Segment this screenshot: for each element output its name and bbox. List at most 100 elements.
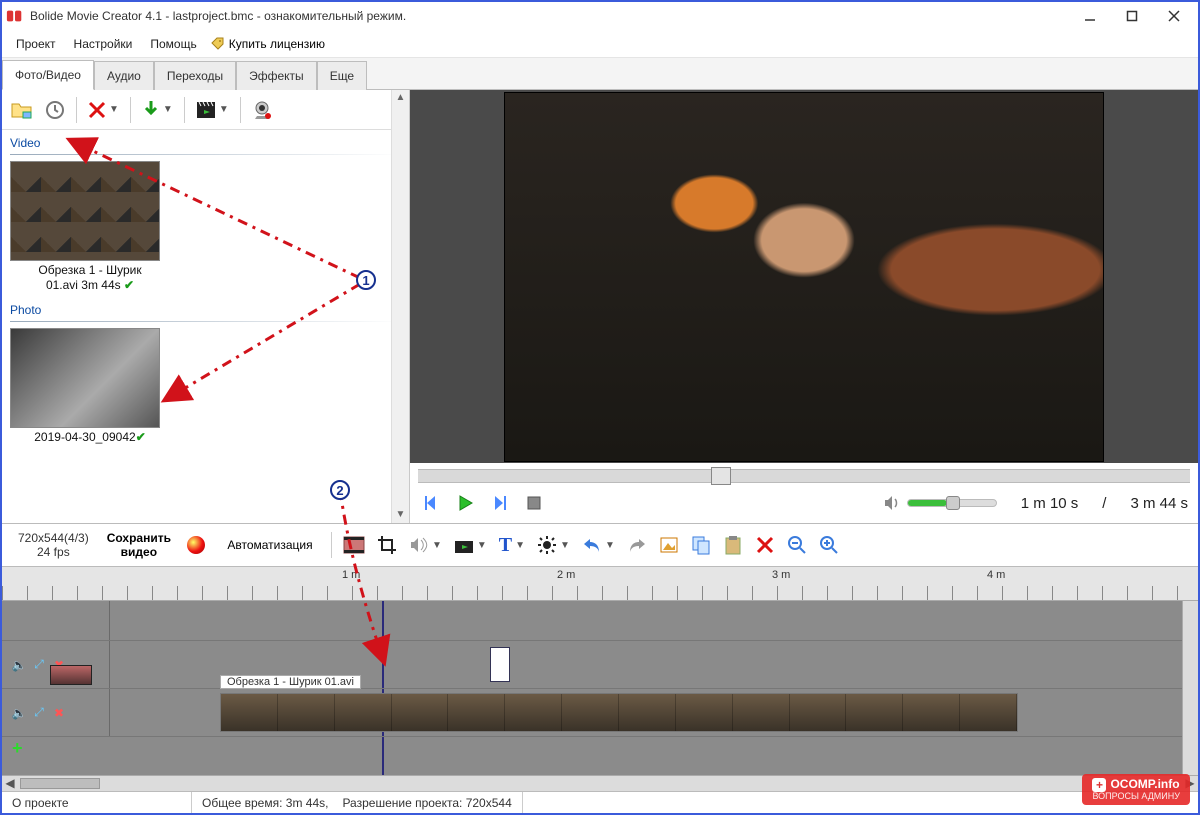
speaker-icon[interactable] bbox=[883, 494, 901, 512]
insert-marker[interactable] bbox=[490, 647, 510, 682]
status-about[interactable]: О проекте bbox=[2, 792, 192, 813]
track-main-video[interactable]: 🔈 ⤢ ✖ Обрезка 1 - Шурик 01.avi bbox=[2, 689, 1198, 737]
volume-slider[interactable] bbox=[907, 499, 997, 507]
copy-button[interactable] bbox=[686, 530, 716, 560]
video-thumbnail[interactable] bbox=[10, 161, 160, 261]
preview-frame bbox=[504, 92, 1104, 462]
expand-icon[interactable]: ⤢ bbox=[32, 658, 46, 672]
timeline-vscroll[interactable] bbox=[1182, 601, 1198, 775]
mute-icon[interactable]: 🔈 bbox=[12, 658, 26, 672]
stop-button[interactable] bbox=[522, 491, 546, 515]
crop-button[interactable] bbox=[372, 530, 402, 560]
download-button[interactable]: ▼ bbox=[137, 95, 178, 125]
expand-icon[interactable]: ⤢ bbox=[32, 706, 46, 720]
menu-buy-license[interactable]: Купить лицензию bbox=[211, 37, 325, 51]
window-title: Bolide Movie Creator 4.1 - lastproject.b… bbox=[30, 9, 1070, 23]
main-area: ▼ ▼ ▼ Video Обрезка 1 - Шурик 01.avi 3m … bbox=[2, 90, 1198, 523]
delete-clip-button[interactable] bbox=[750, 530, 780, 560]
play-button[interactable] bbox=[454, 491, 478, 515]
clapper-menu-button[interactable]: ▼ bbox=[449, 530, 492, 560]
timeline-toolbar: 720x544(4/3) 24 fps Сохранить видео Авто… bbox=[2, 523, 1198, 567]
clapperboard-button[interactable]: ▼ bbox=[191, 95, 234, 125]
photo-item-label: 2019-04-30_09042 bbox=[34, 430, 135, 444]
menu-buy-license-label: Купить лицензию bbox=[229, 37, 325, 51]
track-clip-thumb bbox=[50, 665, 92, 685]
media-panel: ▼ ▼ ▼ Video Обрезка 1 - Шурик 01.avi 3m … bbox=[2, 90, 410, 523]
slider-handle[interactable] bbox=[946, 496, 960, 510]
chevron-down-icon: ▼ bbox=[109, 104, 119, 115]
menu-settings[interactable]: Настройки bbox=[66, 33, 141, 55]
zoom-out-button[interactable] bbox=[782, 530, 812, 560]
photo-item-caption: 2019-04-30_09042✔ bbox=[10, 428, 170, 453]
project-resolution-info: 720x544(4/3) 24 fps bbox=[8, 531, 99, 559]
media-list: Video Обрезка 1 - Шурик 01.avi 3m 44s ✔ … bbox=[2, 130, 409, 523]
audio-volume-button[interactable]: ▼ bbox=[404, 530, 447, 560]
automation-label: Автоматизация bbox=[227, 538, 312, 552]
playback-controls: 1 m 10 s / 3 m 44 s bbox=[410, 483, 1198, 523]
open-folder-button[interactable] bbox=[6, 95, 38, 125]
timeline: 1 m 2 m 3 m 4 m 🔈 ⤢ ✖ bbox=[2, 567, 1198, 791]
photo-thumbnail[interactable] bbox=[10, 328, 160, 428]
tab-more[interactable]: Еще bbox=[317, 61, 367, 90]
mute-icon[interactable]: 🔈 bbox=[12, 706, 26, 720]
track-spacer bbox=[2, 601, 1198, 641]
remove-track-icon[interactable]: ✖ bbox=[52, 706, 66, 720]
prev-frame-button[interactable] bbox=[420, 491, 444, 515]
timeline-tracks: 🔈 ⤢ ✖ 🔈 ⤢ ✖ Обрезка 1 - Шурик 01.avi bbox=[2, 601, 1198, 775]
delete-button[interactable]: ▼ bbox=[83, 95, 124, 125]
zoom-in-button[interactable] bbox=[814, 530, 844, 560]
check-icon: ✔ bbox=[136, 430, 146, 444]
video-item-line1: Обрезка 1 - Шурик bbox=[10, 263, 170, 278]
status-resolution: Разрешение проекта: 720x544 bbox=[342, 796, 511, 810]
titlebar: Bolide Movie Creator 4.1 - lastproject.b… bbox=[2, 2, 1198, 30]
ruler-mark-4m: 4 m bbox=[987, 569, 1005, 581]
track-head-video: 🔈 ⤢ ✖ bbox=[2, 689, 110, 736]
brightness-button[interactable]: ▼ bbox=[532, 530, 575, 560]
save-video-button[interactable]: Сохранить видео bbox=[101, 531, 177, 559]
volume-control bbox=[883, 494, 997, 512]
scroll-up-icon[interactable]: ▲ bbox=[392, 90, 409, 106]
video-clip[interactable] bbox=[220, 693, 1018, 732]
tab-photo-video[interactable]: Фото/Видео bbox=[2, 60, 94, 90]
tab-effects[interactable]: Эффекты bbox=[236, 61, 317, 90]
timeline-hscroll[interactable]: ◀ ▶ bbox=[2, 775, 1198, 791]
preview-scrubber[interactable] bbox=[418, 469, 1190, 483]
webcam-button[interactable] bbox=[247, 95, 277, 125]
preview-viewport bbox=[410, 90, 1198, 463]
hscroll-thumb[interactable] bbox=[20, 778, 100, 789]
video-section-label: Video bbox=[10, 134, 401, 152]
track-overlay[interactable]: 🔈 ⤢ ✖ bbox=[2, 641, 1198, 689]
snapshot-button[interactable] bbox=[654, 530, 684, 560]
statusbar: О проекте Общее время: 3m 44s, Разрешени… bbox=[2, 791, 1198, 813]
menu-project[interactable]: Проект bbox=[8, 33, 64, 55]
next-frame-button[interactable] bbox=[488, 491, 512, 515]
scrubber-handle[interactable] bbox=[711, 467, 731, 485]
scroll-left-icon[interactable]: ◀ bbox=[2, 776, 18, 791]
time-current: 1 m 10 s bbox=[1021, 495, 1079, 512]
chevron-down-icon: ▼ bbox=[219, 104, 229, 115]
text-button[interactable]: T▼ bbox=[494, 530, 530, 560]
tab-transitions[interactable]: Переходы bbox=[154, 61, 236, 90]
scroll-down-icon[interactable]: ▼ bbox=[392, 507, 409, 523]
close-button[interactable] bbox=[1154, 5, 1194, 27]
separator bbox=[10, 321, 401, 322]
tab-audio[interactable]: Аудио bbox=[94, 61, 154, 90]
add-track-row[interactable]: + bbox=[2, 737, 1198, 759]
filmstrip-button[interactable] bbox=[338, 530, 370, 560]
history-button[interactable] bbox=[40, 95, 70, 125]
ruler-ticks bbox=[2, 586, 1198, 600]
media-scrollbar[interactable]: ▲ ▼ bbox=[391, 90, 409, 523]
paste-button[interactable] bbox=[718, 530, 748, 560]
maximize-button[interactable] bbox=[1112, 5, 1152, 27]
undo-button[interactable]: ▼ bbox=[577, 530, 620, 560]
automation-button[interactable]: Автоматизация bbox=[215, 530, 325, 560]
record-icon[interactable] bbox=[187, 536, 205, 554]
minimize-button[interactable] bbox=[1070, 5, 1110, 27]
separator bbox=[240, 97, 241, 123]
track-head bbox=[2, 601, 110, 640]
timeline-ruler[interactable]: 1 m 2 m 3 m 4 m bbox=[2, 567, 1198, 601]
menu-help[interactable]: Помощь bbox=[142, 33, 204, 55]
redo-button[interactable] bbox=[622, 530, 652, 560]
app-window: Bolide Movie Creator 4.1 - lastproject.b… bbox=[0, 0, 1200, 815]
separator bbox=[130, 97, 131, 123]
